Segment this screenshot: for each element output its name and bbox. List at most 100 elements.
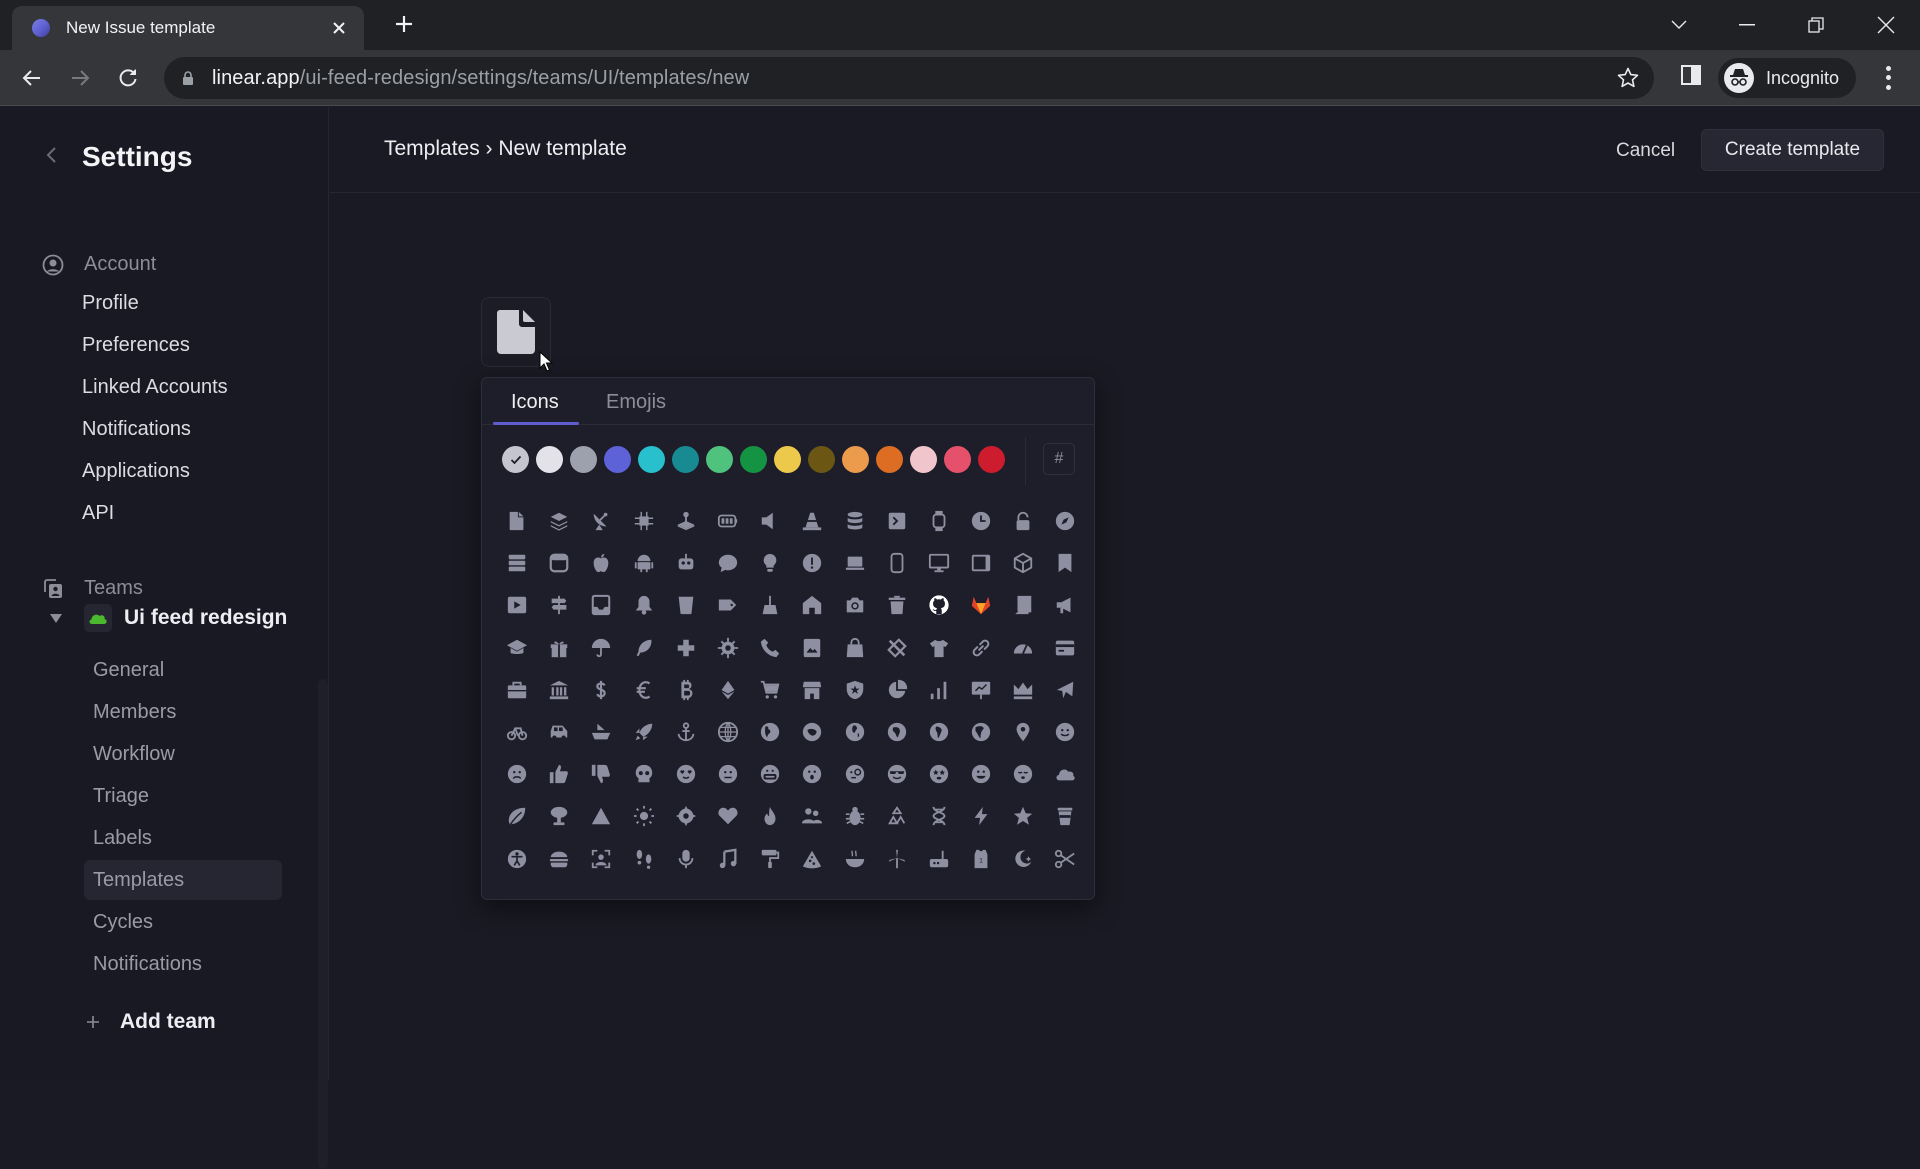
icon-option-umbrella[interactable] [580, 627, 622, 669]
sidebar-team-item-cycles[interactable]: Cycles [84, 902, 282, 942]
icon-option-bug[interactable] [834, 795, 876, 837]
sidebar-item-preferences[interactable]: Preferences [82, 334, 190, 357]
icon-option-robot[interactable] [665, 542, 707, 584]
icon-option-star-eyes[interactable] [918, 753, 960, 795]
icon-option-anchor[interactable] [665, 711, 707, 753]
icon-option-heart[interactable] [707, 795, 749, 837]
sidebar-team-item-members[interactable]: Members [84, 692, 282, 732]
icon-option-laptop[interactable] [834, 542, 876, 584]
icon-option-book[interactable] [1002, 584, 1044, 626]
icon-option-ship[interactable] [580, 711, 622, 753]
sidebar-item-applications[interactable]: Applications [82, 460, 190, 483]
icon-option-compass[interactable] [1044, 500, 1086, 542]
icon-option-briefcase[interactable] [496, 669, 538, 711]
icon-option-face-scan[interactable] [580, 838, 622, 880]
sidebar-team-item-triage[interactable]: Triage [84, 776, 282, 816]
icon-option-microphone[interactable] [665, 838, 707, 880]
icon-option-noodle-bowl[interactable] [834, 838, 876, 880]
sidebar-item-api[interactable]: API [82, 502, 114, 525]
icon-option-surprised-face[interactable] [791, 753, 833, 795]
icon-option-camera[interactable] [834, 584, 876, 626]
icon-option-apple[interactable] [580, 542, 622, 584]
icon-option-sunglasses-face[interactable] [876, 753, 918, 795]
icon-option-accessibility[interactable] [496, 838, 538, 880]
icon-option-presentation[interactable] [960, 669, 1002, 711]
color-swatch[interactable] [672, 446, 699, 473]
sidebar-item-profile[interactable]: Profile [82, 292, 139, 315]
icon-option-sun[interactable] [623, 795, 665, 837]
icon-option-database[interactable] [834, 500, 876, 542]
icon-option-cube[interactable] [1002, 542, 1044, 584]
icon-option-jersey[interactable]: 1 [960, 838, 1002, 880]
icon-option-footprints[interactable] [623, 838, 665, 880]
sidebar-team-item-workflow[interactable]: Workflow [84, 734, 282, 774]
color-swatch[interactable] [638, 446, 665, 473]
icon-option-pie-chart[interactable] [876, 669, 918, 711]
icon-option-smartwatch[interactable] [918, 500, 960, 542]
icon-option-bell[interactable] [623, 584, 665, 626]
icon-option-tag[interactable] [707, 584, 749, 626]
icon-option-speedometer[interactable] [1002, 627, 1044, 669]
icon-option-feather[interactable] [623, 627, 665, 669]
icon-option-tablet[interactable] [960, 542, 1002, 584]
icon-option-euro[interactable] [623, 669, 665, 711]
icon-option-video-play[interactable] [496, 584, 538, 626]
icon-option-dollar[interactable] [580, 669, 622, 711]
icon-option-dna[interactable] [918, 795, 960, 837]
icon-option-lightning[interactable] [960, 795, 1002, 837]
icon-option-map-pin[interactable] [1002, 711, 1044, 753]
icon-option-shopping-bag[interactable] [834, 627, 876, 669]
sidebar-team-item-notifications[interactable]: Notifications [84, 944, 282, 984]
icon-option-speaker[interactable] [749, 500, 791, 542]
icon-option-bank[interactable] [538, 669, 580, 711]
icon-option-house[interactable] [791, 584, 833, 626]
forward-arrow-icon[interactable] [64, 62, 96, 94]
icon-option-clock[interactable] [960, 500, 1002, 542]
icon-option-terminal[interactable] [876, 500, 918, 542]
reload-icon[interactable] [112, 62, 144, 94]
restore-window-icon[interactable] [1801, 10, 1831, 40]
icon-option-heart-eyes[interactable] [665, 753, 707, 795]
icon-option-joystick[interactable] [665, 500, 707, 542]
icon-option-bitcoin[interactable] [665, 669, 707, 711]
sidebar-team-item-templates[interactable]: Templates [84, 860, 282, 900]
color-swatch[interactable] [706, 446, 733, 473]
color-swatch[interactable] [502, 446, 529, 473]
tab-emojis[interactable]: Emojis [606, 391, 666, 414]
icon-option-inbox[interactable] [580, 584, 622, 626]
icon-option-battery[interactable] [707, 500, 749, 542]
icon-option-bar-chart[interactable] [918, 669, 960, 711]
icon-option-flower[interactable] [665, 795, 707, 837]
icon-option-signpost[interactable] [538, 584, 580, 626]
icon-option-airplane[interactable] [1044, 669, 1086, 711]
icon-option-coffee-cup[interactable] [1044, 795, 1086, 837]
icon-option-pizza[interactable] [791, 838, 833, 880]
icon-option-gitlab[interactable] [960, 584, 1002, 626]
icon-option-mountain[interactable] [580, 795, 622, 837]
color-swatch[interactable] [876, 446, 903, 473]
icon-option-traffic-cone[interactable] [791, 500, 833, 542]
icon-option-globe-asia[interactable] [749, 711, 791, 753]
icon-option-smartphone[interactable] [876, 542, 918, 584]
icon-option-server[interactable] [496, 542, 538, 584]
create-template-button[interactable]: Create template [1701, 129, 1884, 171]
close-window-icon[interactable] [1871, 10, 1901, 40]
icon-option-satellite-dish[interactable] [580, 500, 622, 542]
icon-option-t-shirt[interactable] [918, 627, 960, 669]
color-swatch[interactable] [570, 446, 597, 473]
icon-option-bookmark[interactable] [1044, 542, 1086, 584]
icon-option-monocle-face[interactable] [834, 753, 876, 795]
back-chevron-icon[interactable] [40, 143, 64, 167]
icon-option-gift[interactable] [538, 627, 580, 669]
icon-option-scissors[interactable] [1044, 838, 1086, 880]
color-swatch[interactable] [944, 446, 971, 473]
icon-option-globe-australia[interactable] [791, 711, 833, 753]
icon-option-globe-south-america[interactable] [918, 711, 960, 753]
icon-option-globe-north-america[interactable] [960, 711, 1002, 753]
icon-option-gear[interactable] [707, 627, 749, 669]
icon-option-graduation-cap[interactable] [496, 627, 538, 669]
icon-option-thumbs-down[interactable] [580, 753, 622, 795]
cancel-button[interactable]: Cancel [1600, 131, 1691, 171]
icon-option-lock[interactable] [1002, 500, 1044, 542]
color-swatch[interactable] [604, 446, 631, 473]
